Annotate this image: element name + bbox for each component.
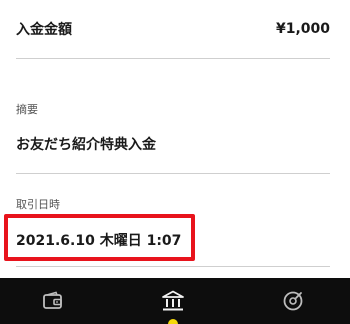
- summary-label: 摘要: [16, 103, 38, 116]
- summary-value: お友だち紹介特典入金: [16, 137, 156, 153]
- active-tab-indicator: [168, 319, 178, 324]
- transaction-date-value: 2021.6.10 木曜日 1:07: [16, 233, 182, 249]
- amount-label: 入金金額: [16, 22, 72, 38]
- history-icon: [283, 291, 303, 311]
- tab-wallet[interactable]: [23, 278, 83, 324]
- bank-icon: [162, 290, 184, 311]
- divider: [16, 266, 330, 267]
- divider: [16, 58, 330, 59]
- tab-bank[interactable]: [143, 278, 203, 324]
- amount-value: ¥1,000: [275, 21, 330, 37]
- wallet-icon: [43, 291, 62, 309]
- transaction-date-label: 取引日時: [16, 198, 60, 211]
- amount-row: 入金金額 ¥1,000: [16, 14, 330, 44]
- divider: [16, 173, 330, 174]
- tab-history[interactable]: [263, 278, 323, 324]
- bottom-tab-bar: [0, 278, 350, 324]
